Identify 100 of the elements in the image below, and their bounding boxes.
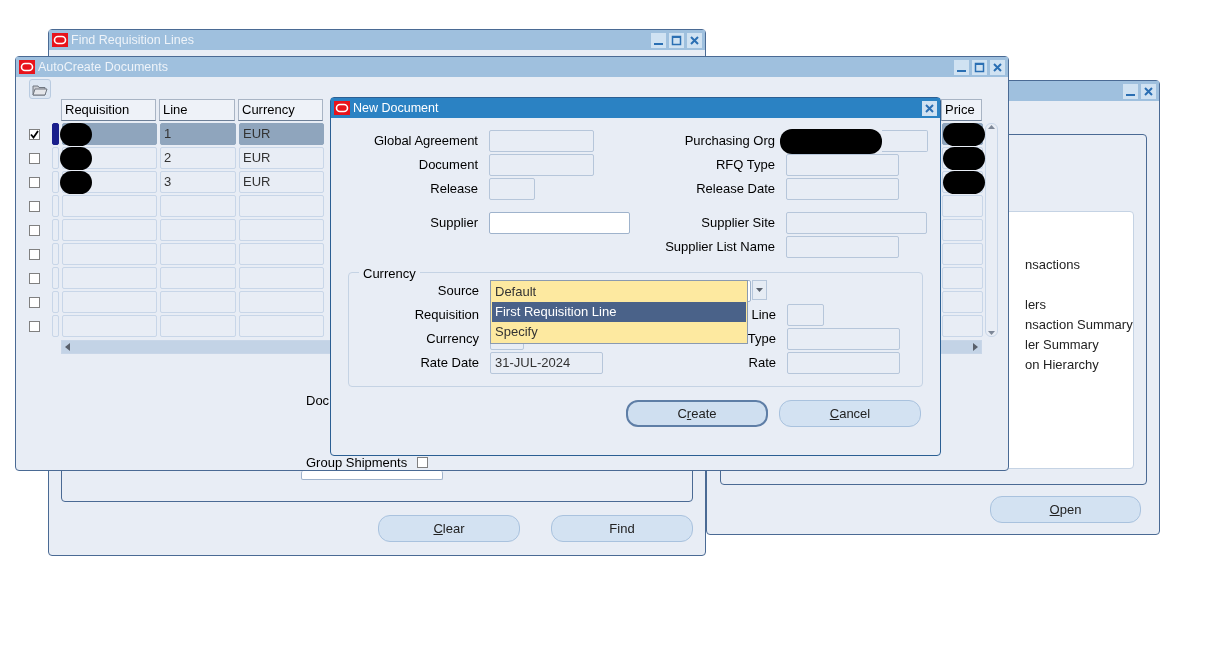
input-field[interactable] xyxy=(786,212,927,234)
oracle-logo-icon xyxy=(19,60,35,74)
close-button[interactable] xyxy=(1141,83,1156,99)
table-cell[interactable] xyxy=(160,243,236,265)
oracle-logo-icon xyxy=(334,101,350,115)
vertical-scrollbar[interactable] xyxy=(985,123,998,337)
minimize-button[interactable] xyxy=(1123,83,1138,99)
row-selector[interactable] xyxy=(52,123,59,145)
table-cell[interactable]: 1 xyxy=(160,123,236,145)
input-field[interactable] xyxy=(489,178,535,200)
input-field[interactable] xyxy=(787,304,824,326)
close-button[interactable] xyxy=(922,100,937,116)
table-cell[interactable] xyxy=(239,315,324,337)
table-cell[interactable] xyxy=(942,267,983,289)
table-cell[interactable] xyxy=(239,219,324,241)
list-item[interactable]: ler Summary xyxy=(1025,335,1133,355)
checkbox[interactable] xyxy=(28,248,40,260)
table-cell[interactable] xyxy=(942,195,983,217)
open-button[interactable]: Open xyxy=(990,496,1141,523)
minimize-icon[interactable] xyxy=(654,42,663,45)
table-cell[interactable] xyxy=(160,267,236,289)
field-label: Rate Date xyxy=(419,354,479,373)
table-cell[interactable] xyxy=(62,291,157,313)
checkbox[interactable] xyxy=(28,272,40,284)
checkbox[interactable] xyxy=(28,176,40,188)
checkbox[interactable] xyxy=(28,200,40,212)
table-cell[interactable]: EUR xyxy=(239,147,324,169)
minimize-button[interactable] xyxy=(954,59,969,75)
list-item[interactable]: nsaction Summary xyxy=(1025,315,1133,335)
close-button[interactable] xyxy=(687,32,702,48)
table-cell[interactable] xyxy=(62,147,157,169)
table-cell[interactable] xyxy=(942,315,983,337)
input-field[interactable] xyxy=(489,130,594,152)
scroll-down-icon[interactable] xyxy=(987,330,996,336)
clear-button[interactable]: Clear xyxy=(378,515,520,542)
table-cell[interactable] xyxy=(239,195,324,217)
maximize-button[interactable] xyxy=(972,59,987,75)
minimize-icon[interactable] xyxy=(957,69,966,72)
cancel-button[interactable]: Cancel xyxy=(779,400,921,427)
line-type-field[interactable] xyxy=(301,471,443,480)
input-field[interactable] xyxy=(786,154,899,176)
table-cell[interactable] xyxy=(942,243,983,265)
table-cell[interactable] xyxy=(62,243,157,265)
caret-icon[interactable] xyxy=(755,287,764,293)
dropdown-option[interactable]: Specify xyxy=(492,322,746,342)
table-cell[interactable] xyxy=(62,171,157,193)
table-cell[interactable] xyxy=(62,315,157,337)
minimize-button[interactable] xyxy=(651,32,666,48)
table-cell[interactable] xyxy=(62,267,157,289)
checkbox[interactable] xyxy=(28,296,40,308)
input-field[interactable] xyxy=(786,178,899,200)
input-field[interactable] xyxy=(787,328,900,350)
table-cell[interactable] xyxy=(160,291,236,313)
input-field[interactable] xyxy=(786,236,899,258)
minimize-icon[interactable] xyxy=(1126,93,1135,96)
find-button[interactable]: Find xyxy=(551,515,693,542)
table-cell[interactable] xyxy=(62,219,157,241)
field-label: Release xyxy=(429,180,478,199)
input-field[interactable]: 31-JUL-2024 xyxy=(490,352,603,374)
checkbox[interactable] xyxy=(28,224,40,236)
table-cell[interactable] xyxy=(239,243,324,265)
field-label: Requisition xyxy=(413,306,479,325)
close-button[interactable] xyxy=(990,59,1005,75)
table-cell[interactable]: EUR xyxy=(239,123,324,145)
table-cell[interactable]: 3 xyxy=(160,171,236,193)
check-icon xyxy=(29,129,39,139)
list-item[interactable]: nsactions xyxy=(1025,255,1133,275)
input-field[interactable] xyxy=(882,130,928,152)
list-item[interactable]: on Hierarchy xyxy=(1025,355,1133,375)
table-cell[interactable]: EUR xyxy=(239,171,324,193)
table-cell[interactable] xyxy=(239,267,324,289)
field-label: Supplier xyxy=(429,214,478,233)
table-cell[interactable] xyxy=(239,291,324,313)
scroll-up-icon[interactable] xyxy=(987,124,996,130)
table-cell[interactable]: 2 xyxy=(160,147,236,169)
table-cell[interactable] xyxy=(160,219,236,241)
field-label: Source xyxy=(436,282,479,301)
create-button[interactable]: Create xyxy=(626,400,768,427)
table-cell[interactable] xyxy=(160,195,236,217)
maximize-button[interactable] xyxy=(669,32,684,48)
input-field[interactable] xyxy=(489,212,630,234)
column-header: Line xyxy=(159,99,235,121)
dropdown-option[interactable]: First Requisition Line xyxy=(492,302,746,322)
table-cell[interactable] xyxy=(62,123,157,145)
input-field[interactable] xyxy=(787,352,900,374)
table-cell[interactable] xyxy=(942,291,983,313)
input-field[interactable] xyxy=(489,154,594,176)
field-label: Global Agreement xyxy=(372,132,478,151)
checkbox[interactable] xyxy=(28,152,40,164)
dropdown-arrow-button[interactable] xyxy=(752,280,767,300)
checkbox[interactable] xyxy=(28,128,40,140)
table-cell[interactable] xyxy=(160,315,236,337)
column-header: Requisition xyxy=(61,99,156,121)
checkbox[interactable] xyxy=(417,457,429,469)
dropdown-option[interactable]: Default xyxy=(492,282,746,302)
field-label: Document xyxy=(417,156,478,175)
list-item[interactable]: lers xyxy=(1025,295,1133,315)
checkbox[interactable] xyxy=(28,320,40,332)
table-cell[interactable] xyxy=(942,219,983,241)
table-cell[interactable] xyxy=(62,195,157,217)
